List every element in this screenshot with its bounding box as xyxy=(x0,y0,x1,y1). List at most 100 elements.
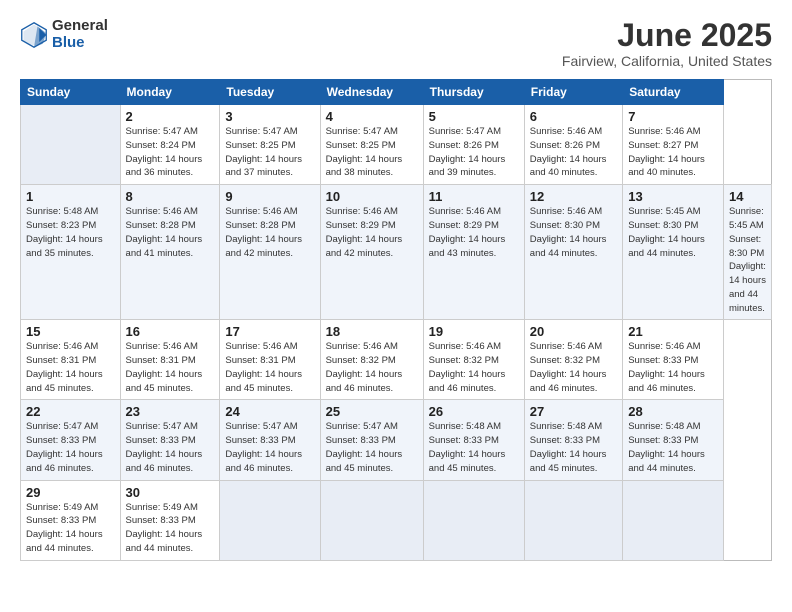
day-info: Sunrise: 5:47 AM Sunset: 8:25 PM Dayligh… xyxy=(225,125,314,180)
calendar-cell: 19Sunrise: 5:46 AM Sunset: 8:32 PM Dayli… xyxy=(423,320,524,400)
calendar-week-row: 2Sunrise: 5:47 AM Sunset: 8:24 PM Daylig… xyxy=(21,105,772,185)
col-thursday: Thursday xyxy=(423,80,524,105)
day-info: Sunrise: 5:46 AM Sunset: 8:29 PM Dayligh… xyxy=(326,205,418,260)
day-number: 27 xyxy=(530,404,617,419)
logo-blue: Blue xyxy=(52,35,108,52)
logo-text: General Blue xyxy=(52,18,108,51)
day-number: 29 xyxy=(26,485,115,500)
calendar-cell: 21Sunrise: 5:46 AM Sunset: 8:33 PM Dayli… xyxy=(623,320,724,400)
day-number: 19 xyxy=(429,324,519,339)
day-info: Sunrise: 5:46 AM Sunset: 8:27 PM Dayligh… xyxy=(628,125,718,180)
day-number: 9 xyxy=(225,189,314,204)
day-info: Sunrise: 5:47 AM Sunset: 8:33 PM Dayligh… xyxy=(126,420,215,475)
calendar-cell: 29Sunrise: 5:49 AM Sunset: 8:33 PM Dayli… xyxy=(21,480,121,560)
day-info: Sunrise: 5:47 AM Sunset: 8:33 PM Dayligh… xyxy=(326,420,418,475)
day-info: Sunrise: 5:46 AM Sunset: 8:28 PM Dayligh… xyxy=(225,205,314,260)
logo: General Blue xyxy=(20,18,108,51)
calendar-cell: 28Sunrise: 5:48 AM Sunset: 8:33 PM Dayli… xyxy=(623,400,724,480)
day-info: Sunrise: 5:48 AM Sunset: 8:23 PM Dayligh… xyxy=(26,205,115,260)
col-saturday: Saturday xyxy=(623,80,724,105)
day-info: Sunrise: 5:47 AM Sunset: 8:33 PM Dayligh… xyxy=(225,420,314,475)
calendar-cell: 8Sunrise: 5:46 AM Sunset: 8:28 PM Daylig… xyxy=(120,185,220,320)
day-info: Sunrise: 5:46 AM Sunset: 8:29 PM Dayligh… xyxy=(429,205,519,260)
day-number: 21 xyxy=(628,324,718,339)
calendar-cell: 30Sunrise: 5:49 AM Sunset: 8:33 PM Dayli… xyxy=(120,480,220,560)
day-info: Sunrise: 5:46 AM Sunset: 8:32 PM Dayligh… xyxy=(326,340,418,395)
day-info: Sunrise: 5:46 AM Sunset: 8:28 PM Dayligh… xyxy=(126,205,215,260)
day-number: 22 xyxy=(26,404,115,419)
day-info: Sunrise: 5:45 AM Sunset: 8:30 PM Dayligh… xyxy=(729,205,766,315)
day-number: 1 xyxy=(26,189,115,204)
calendar-cell xyxy=(21,105,121,185)
col-tuesday: Tuesday xyxy=(220,80,320,105)
calendar-cell xyxy=(220,480,320,560)
calendar-cell: 22Sunrise: 5:47 AM Sunset: 8:33 PM Dayli… xyxy=(21,400,121,480)
calendar-cell: 25Sunrise: 5:47 AM Sunset: 8:33 PM Dayli… xyxy=(320,400,423,480)
day-info: Sunrise: 5:46 AM Sunset: 8:33 PM Dayligh… xyxy=(628,340,718,395)
calendar-cell xyxy=(320,480,423,560)
day-number: 4 xyxy=(326,109,418,124)
col-sunday: Sunday xyxy=(21,80,121,105)
calendar-cell: 14Sunrise: 5:45 AM Sunset: 8:30 PM Dayli… xyxy=(723,185,771,320)
day-number: 13 xyxy=(628,189,718,204)
calendar-cell: 6Sunrise: 5:46 AM Sunset: 8:26 PM Daylig… xyxy=(524,105,622,185)
day-number: 7 xyxy=(628,109,718,124)
calendar-cell: 24Sunrise: 5:47 AM Sunset: 8:33 PM Dayli… xyxy=(220,400,320,480)
day-info: Sunrise: 5:47 AM Sunset: 8:24 PM Dayligh… xyxy=(126,125,215,180)
day-info: Sunrise: 5:46 AM Sunset: 8:31 PM Dayligh… xyxy=(126,340,215,395)
day-info: Sunrise: 5:47 AM Sunset: 8:33 PM Dayligh… xyxy=(26,420,115,475)
day-number: 28 xyxy=(628,404,718,419)
calendar-week-row: 29Sunrise: 5:49 AM Sunset: 8:33 PM Dayli… xyxy=(21,480,772,560)
day-number: 23 xyxy=(126,404,215,419)
calendar-cell xyxy=(623,480,724,560)
title-block: June 2025 Fairview, California, United S… xyxy=(562,18,772,69)
day-number: 14 xyxy=(729,189,766,204)
day-number: 10 xyxy=(326,189,418,204)
calendar-cell: 9Sunrise: 5:46 AM Sunset: 8:28 PM Daylig… xyxy=(220,185,320,320)
col-monday: Monday xyxy=(120,80,220,105)
calendar-cell: 26Sunrise: 5:48 AM Sunset: 8:33 PM Dayli… xyxy=(423,400,524,480)
day-number: 12 xyxy=(530,189,617,204)
calendar-cell: 17Sunrise: 5:46 AM Sunset: 8:31 PM Dayli… xyxy=(220,320,320,400)
calendar-title: June 2025 xyxy=(562,18,772,53)
day-info: Sunrise: 5:47 AM Sunset: 8:25 PM Dayligh… xyxy=(326,125,418,180)
calendar-cell: 23Sunrise: 5:47 AM Sunset: 8:33 PM Dayli… xyxy=(120,400,220,480)
page: General Blue June 2025 Fairview, Califor… xyxy=(0,0,792,612)
calendar-cell: 27Sunrise: 5:48 AM Sunset: 8:33 PM Dayli… xyxy=(524,400,622,480)
day-number: 26 xyxy=(429,404,519,419)
day-info: Sunrise: 5:48 AM Sunset: 8:33 PM Dayligh… xyxy=(628,420,718,475)
day-info: Sunrise: 5:46 AM Sunset: 8:26 PM Dayligh… xyxy=(530,125,617,180)
calendar-cell: 12Sunrise: 5:46 AM Sunset: 8:30 PM Dayli… xyxy=(524,185,622,320)
col-wednesday: Wednesday xyxy=(320,80,423,105)
day-info: Sunrise: 5:49 AM Sunset: 8:33 PM Dayligh… xyxy=(26,501,115,556)
calendar-cell: 16Sunrise: 5:46 AM Sunset: 8:31 PM Dayli… xyxy=(120,320,220,400)
calendar-cell: 5Sunrise: 5:47 AM Sunset: 8:26 PM Daylig… xyxy=(423,105,524,185)
day-number: 2 xyxy=(126,109,215,124)
header: General Blue June 2025 Fairview, Califor… xyxy=(20,18,772,69)
day-number: 6 xyxy=(530,109,617,124)
calendar-week-row: 15Sunrise: 5:46 AM Sunset: 8:31 PM Dayli… xyxy=(21,320,772,400)
day-number: 30 xyxy=(126,485,215,500)
day-number: 20 xyxy=(530,324,617,339)
day-number: 24 xyxy=(225,404,314,419)
calendar-subtitle: Fairview, California, United States xyxy=(562,53,772,69)
day-info: Sunrise: 5:46 AM Sunset: 8:31 PM Dayligh… xyxy=(26,340,115,395)
day-number: 15 xyxy=(26,324,115,339)
day-info: Sunrise: 5:45 AM Sunset: 8:30 PM Dayligh… xyxy=(628,205,718,260)
col-friday: Friday xyxy=(524,80,622,105)
day-number: 5 xyxy=(429,109,519,124)
day-info: Sunrise: 5:47 AM Sunset: 8:26 PM Dayligh… xyxy=(429,125,519,180)
calendar-week-row: 22Sunrise: 5:47 AM Sunset: 8:33 PM Dayli… xyxy=(21,400,772,480)
logo-icon xyxy=(20,21,48,49)
day-number: 18 xyxy=(326,324,418,339)
day-number: 17 xyxy=(225,324,314,339)
day-info: Sunrise: 5:46 AM Sunset: 8:30 PM Dayligh… xyxy=(530,205,617,260)
calendar-table: Sunday Monday Tuesday Wednesday Thursday… xyxy=(20,79,772,560)
calendar-week-row: 1Sunrise: 5:48 AM Sunset: 8:23 PM Daylig… xyxy=(21,185,772,320)
day-info: Sunrise: 5:48 AM Sunset: 8:33 PM Dayligh… xyxy=(530,420,617,475)
day-info: Sunrise: 5:49 AM Sunset: 8:33 PM Dayligh… xyxy=(126,501,215,556)
calendar-cell xyxy=(524,480,622,560)
day-number: 3 xyxy=(225,109,314,124)
calendar-cell: 10Sunrise: 5:46 AM Sunset: 8:29 PM Dayli… xyxy=(320,185,423,320)
calendar-cell: 2Sunrise: 5:47 AM Sunset: 8:24 PM Daylig… xyxy=(120,105,220,185)
